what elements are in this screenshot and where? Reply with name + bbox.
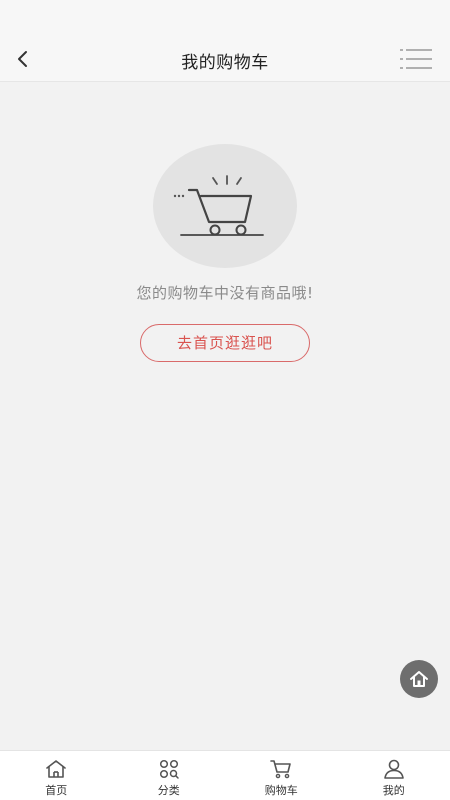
go-home-button[interactable]: 去首页逛逛吧: [140, 324, 310, 362]
category-icon: [159, 759, 179, 779]
tab-category-label: 分类: [157, 784, 180, 797]
header-bar: 我的购物车: [0, 0, 450, 82]
tab-mine-label: 我的: [382, 784, 405, 797]
tab-mine[interactable]: 我的: [338, 751, 450, 800]
home-icon: [46, 760, 67, 778]
home-icon: [410, 671, 428, 687]
empty-cart-illustration: [0, 140, 450, 268]
cart-icon: [270, 760, 292, 779]
empty-cart-message: 您的购物车中没有商品哦!: [136, 284, 314, 302]
page-title: 我的购物车: [181, 53, 269, 73]
shopping-cart-icon: [173, 175, 264, 236]
menu-button[interactable]: [400, 46, 434, 72]
tab-category[interactable]: 分类: [113, 751, 226, 800]
floating-home-button[interactable]: [400, 660, 438, 698]
list-menu-icon: [400, 49, 432, 69]
empty-cart-circle: [153, 144, 297, 268]
tab-cart[interactable]: 购物车: [225, 751, 338, 800]
tab-home[interactable]: 首页: [0, 751, 113, 800]
tab-home-label: 首页: [45, 784, 68, 797]
tab-cart-label: 购物车: [264, 784, 298, 797]
bottom-tab-bar: 首页 分类 购物车 我的: [0, 750, 450, 800]
user-icon: [383, 759, 404, 779]
